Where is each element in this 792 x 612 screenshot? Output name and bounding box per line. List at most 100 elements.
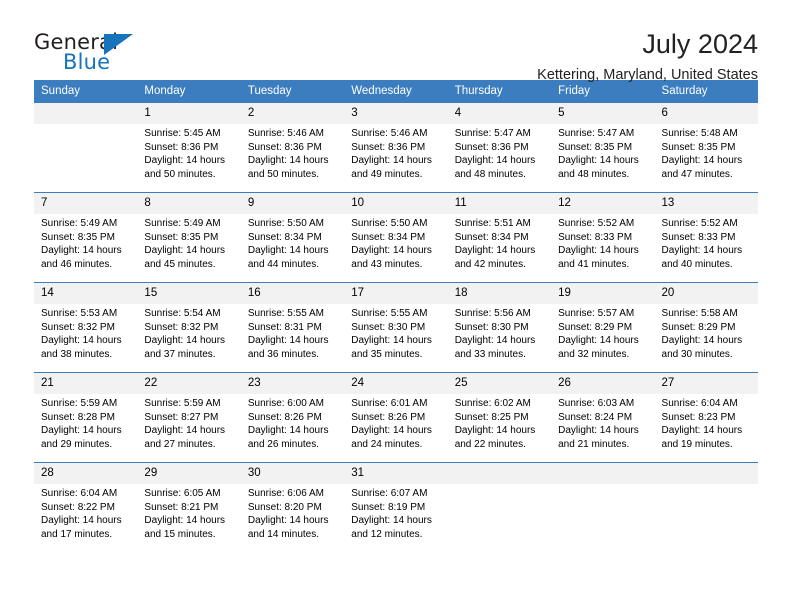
calendar-day-cell[interactable]: 12 Sunrise: 5:52 AM Sunset: 8:33 PM Dayligh… xyxy=(551,192,655,282)
day-details: Sunrise: 5:50 AM Sunset: 8:34 PM Daylight:… xyxy=(344,214,447,271)
sunrise-time: Sunrise: 5:53 AM xyxy=(41,308,118,319)
day-number: 23 xyxy=(240,373,345,394)
brand-logo[interactable]: General Blue xyxy=(34,28,154,80)
sunset-time: Sunset: 8:20 PM xyxy=(247,501,322,513)
title-block: July 2024 Kettering, Maryland, United St… xyxy=(154,28,758,85)
calendar-day-cell-empty xyxy=(654,462,758,552)
sunrise-time: Sunrise: 5:52 AM xyxy=(558,218,635,229)
sunset-time: Sunset: 8:36 PM xyxy=(351,141,426,153)
day-number: 30 xyxy=(240,463,345,484)
sunrise-time: Sunrise: 5:46 AM xyxy=(351,128,428,139)
daylight-duration-line1: Daylight: 14 hours xyxy=(661,155,743,167)
calendar-day-cell[interactable]: 13 Sunrise: 5:52 AM Sunset: 8:33 PM Dayligh… xyxy=(654,192,758,282)
daylight-duration-line2: and 33 minutes. xyxy=(454,348,526,360)
calendar-day-cell[interactable]: 20 Sunrise: 5:58 AM Sunset: 8:29 PM Dayligh… xyxy=(654,282,758,372)
calendar-day-cell[interactable]: 29 Sunrise: 6:05 AM Sunset: 8:21 PM Dayligh… xyxy=(137,462,241,552)
calendar-day-cell[interactable]: 21 Sunrise: 5:59 AM Sunset: 8:28 PM Dayligh… xyxy=(34,372,138,462)
calendar-day-cell[interactable]: 28 Sunrise: 6:04 AM Sunset: 8:22 PM Dayligh… xyxy=(34,462,138,552)
sunset-time: Sunset: 8:35 PM xyxy=(144,231,219,243)
sunrise-time: Sunrise: 5:57 AM xyxy=(558,308,635,319)
calendar-day-cell[interactable]: 23 Sunrise: 6:00 AM Sunset: 8:26 PM Dayligh… xyxy=(240,372,345,462)
sunset-time: Sunset: 8:26 PM xyxy=(247,411,322,423)
day-details: Sunrise: 5:58 AM Sunset: 8:29 PM Daylight:… xyxy=(655,304,758,361)
calendar-day-cell[interactable]: 17 Sunrise: 5:55 AM Sunset: 8:30 PM Dayligh… xyxy=(344,282,448,372)
daylight-duration-line1: Daylight: 14 hours xyxy=(247,245,329,257)
calendar-day-cell[interactable]: 4 Sunrise: 5:47 AM Sunset: 8:36 PM Daylight… xyxy=(447,102,552,192)
day-number xyxy=(447,463,552,484)
day-cell-inner: 1 Sunrise: 5:45 AM Sunset: 8:36 PM Daylight… xyxy=(137,102,241,192)
day-cell-inner: 29 Sunrise: 6:05 AM Sunset: 8:21 PM Dayligh… xyxy=(137,462,241,552)
calendar-day-cell[interactable]: 14 Sunrise: 5:53 AM Sunset: 8:32 PM Dayligh… xyxy=(34,282,138,372)
sunrise-time: Sunrise: 5:55 AM xyxy=(247,308,324,319)
day-cell-inner: 22 Sunrise: 5:59 AM Sunset: 8:27 PM Dayligh… xyxy=(137,372,241,462)
calendar-day-cell[interactable]: 22 Sunrise: 5:59 AM Sunset: 8:27 PM Dayligh… xyxy=(137,372,241,462)
calendar-day-cell-empty xyxy=(447,462,552,552)
daylight-duration-line1: Daylight: 14 hours xyxy=(351,335,432,347)
calendar-week-row: 21 Sunrise: 5:59 AM Sunset: 8:28 PM Dayligh… xyxy=(34,372,758,462)
daylight-duration-line1: Daylight: 14 hours xyxy=(661,335,743,347)
sunrise-time: Sunrise: 6:00 AM xyxy=(247,398,324,409)
calendar-day-cell[interactable]: 18 Sunrise: 5:56 AM Sunset: 8:30 PM Dayligh… xyxy=(447,282,552,372)
day-cell-inner: 14 Sunrise: 5:53 AM Sunset: 8:32 PM Dayligh… xyxy=(34,282,138,372)
sunset-time: Sunset: 8:29 PM xyxy=(558,321,633,333)
day-cell-inner xyxy=(654,462,758,552)
day-details: Sunrise: 6:04 AM Sunset: 8:22 PM Daylight:… xyxy=(34,484,137,541)
calendar-day-cell[interactable]: 7 Sunrise: 5:49 AM Sunset: 8:35 PM Daylight… xyxy=(34,192,138,282)
calendar-day-cell[interactable]: 16 Sunrise: 5:55 AM Sunset: 8:31 PM Dayligh… xyxy=(240,282,345,372)
calendar-day-cell[interactable]: 31 Sunrise: 6:07 AM Sunset: 8:19 PM Dayligh… xyxy=(344,462,448,552)
day-details: Sunrise: 5:49 AM Sunset: 8:35 PM Daylight:… xyxy=(34,214,137,271)
day-number: 26 xyxy=(551,373,655,394)
sunrise-time: Sunrise: 5:51 AM xyxy=(454,218,531,229)
day-number: 22 xyxy=(137,373,241,394)
calendar-day-cell[interactable]: 8 Sunrise: 5:49 AM Sunset: 8:35 PM Daylight… xyxy=(137,192,241,282)
calendar-day-cell[interactable]: 1 Sunrise: 5:45 AM Sunset: 8:36 PM Daylight… xyxy=(137,102,241,192)
sunrise-time: Sunrise: 6:04 AM xyxy=(661,398,738,409)
calendar-day-cell[interactable]: 6 Sunrise: 5:48 AM Sunset: 8:35 PM Daylight… xyxy=(654,102,758,192)
daylight-duration-line1: Daylight: 14 hours xyxy=(454,425,536,437)
daylight-duration-line2: and 30 minutes. xyxy=(661,348,733,360)
calendar-day-cell[interactable]: 3 Sunrise: 5:46 AM Sunset: 8:36 PM Daylight… xyxy=(344,102,448,192)
calendar-day-cell[interactable]: 15 Sunrise: 5:54 AM Sunset: 8:32 PM Dayligh… xyxy=(137,282,241,372)
daylight-duration-line2: and 26 minutes. xyxy=(247,438,320,450)
day-cell-inner: 2 Sunrise: 5:46 AM Sunset: 8:36 PM Daylight… xyxy=(240,102,345,192)
calendar-day-cell[interactable]: 24 Sunrise: 6:01 AM Sunset: 8:26 PM Dayligh… xyxy=(344,372,448,462)
calendar-day-cell[interactable]: 25 Sunrise: 6:02 AM Sunset: 8:25 PM Dayligh… xyxy=(447,372,552,462)
day-number: 8 xyxy=(137,193,241,214)
daylight-duration-line2: and 50 minutes. xyxy=(144,168,216,180)
daylight-duration-line2: and 29 minutes. xyxy=(41,438,113,450)
day-cell-inner: 8 Sunrise: 5:49 AM Sunset: 8:35 PM Daylight… xyxy=(137,192,241,282)
day-number: 10 xyxy=(344,193,448,214)
calendar-day-cell[interactable]: 11 Sunrise: 5:51 AM Sunset: 8:34 PM Dayligh… xyxy=(447,192,552,282)
calendar-day-cell[interactable]: 26 Sunrise: 6:03 AM Sunset: 8:24 PM Dayligh… xyxy=(551,372,655,462)
sunset-time: Sunset: 8:35 PM xyxy=(558,141,633,153)
day-details: Sunrise: 5:50 AM Sunset: 8:34 PM Daylight:… xyxy=(241,214,344,271)
sunrise-time: Sunrise: 5:54 AM xyxy=(144,308,221,319)
daylight-duration-line1: Daylight: 14 hours xyxy=(247,425,329,437)
calendar-day-cell[interactable]: 27 Sunrise: 6:04 AM Sunset: 8:23 PM Dayligh… xyxy=(654,372,758,462)
calendar-day-cell[interactable]: 5 Sunrise: 5:47 AM Sunset: 8:35 PM Daylight… xyxy=(551,102,655,192)
calendar-day-cell[interactable]: 2 Sunrise: 5:46 AM Sunset: 8:36 PM Daylight… xyxy=(240,102,345,192)
day-number: 6 xyxy=(654,103,758,124)
day-number: 3 xyxy=(344,103,448,124)
sunset-time: Sunset: 8:34 PM xyxy=(351,231,426,243)
daylight-duration-line1: Daylight: 14 hours xyxy=(144,425,226,437)
day-number: 28 xyxy=(34,463,138,484)
sunset-time: Sunset: 8:21 PM xyxy=(144,501,219,513)
day-number: 19 xyxy=(551,283,655,304)
calendar-day-cell[interactable]: 9 Sunrise: 5:50 AM Sunset: 8:34 PM Daylight… xyxy=(240,192,345,282)
calendar-day-cell[interactable]: 19 Sunrise: 5:57 AM Sunset: 8:29 PM Dayligh… xyxy=(551,282,655,372)
sunset-time: Sunset: 8:35 PM xyxy=(661,141,736,153)
daylight-duration-line1: Daylight: 14 hours xyxy=(144,155,226,167)
day-number: 12 xyxy=(551,193,655,214)
daylight-duration-line2: and 14 minutes. xyxy=(247,528,320,540)
sunrise-time: Sunrise: 6:04 AM xyxy=(41,488,118,499)
day-details: Sunrise: 5:59 AM Sunset: 8:28 PM Daylight:… xyxy=(34,394,137,451)
daylight-duration-line1: Daylight: 14 hours xyxy=(351,155,432,167)
day-cell-inner: 12 Sunrise: 5:52 AM Sunset: 8:33 PM Dayligh… xyxy=(551,192,655,282)
day-cell-inner: 19 Sunrise: 5:57 AM Sunset: 8:29 PM Dayligh… xyxy=(551,282,655,372)
day-details: Sunrise: 5:57 AM Sunset: 8:29 PM Daylight:… xyxy=(551,304,654,361)
daylight-duration-line2: and 37 minutes. xyxy=(144,348,216,360)
daylight-duration-line1: Daylight: 14 hours xyxy=(41,245,122,257)
calendar-day-cell[interactable]: 30 Sunrise: 6:06 AM Sunset: 8:20 PM Dayligh… xyxy=(240,462,345,552)
calendar-day-cell[interactable]: 10 Sunrise: 5:50 AM Sunset: 8:34 PM Dayligh… xyxy=(344,192,448,282)
